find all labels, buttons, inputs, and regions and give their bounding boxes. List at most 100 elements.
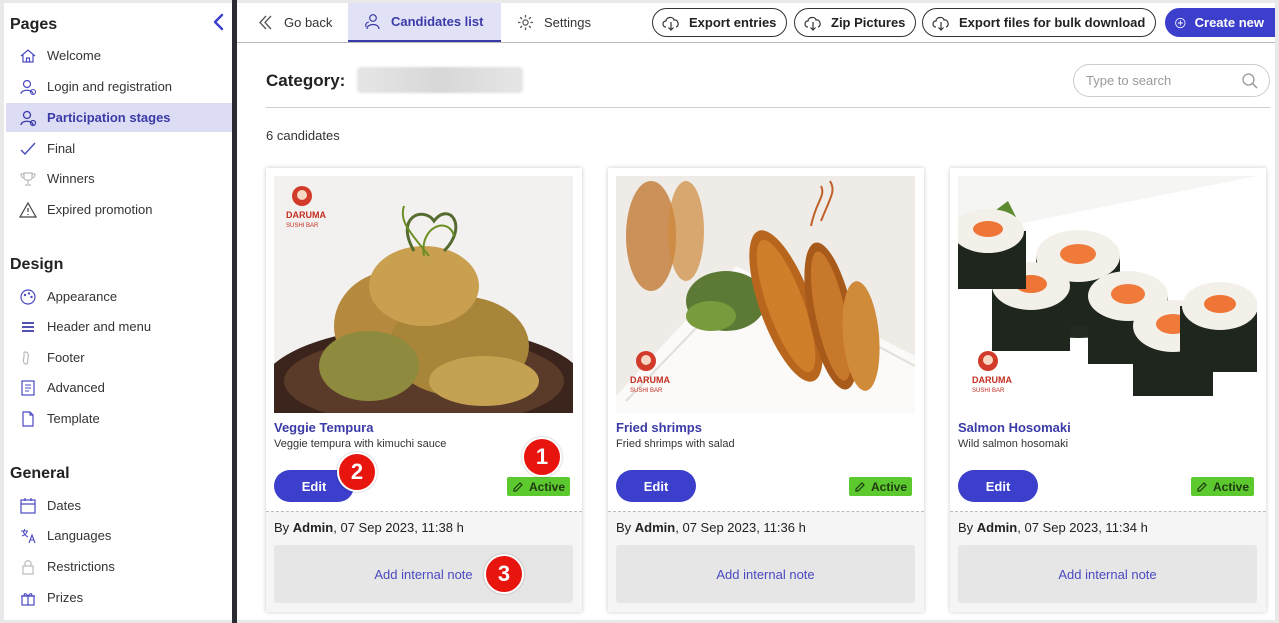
footer-icon [22, 350, 29, 365]
zip-pictures-button[interactable]: Zip Pictures [794, 8, 917, 37]
go-back-label: Go back [284, 15, 333, 30]
sidebar-item-winners[interactable]: Winners [6, 164, 232, 193]
candidate-title[interactable]: Veggie Tempura [274, 420, 373, 435]
sidebar-item-label: Header and menu [47, 319, 152, 334]
category-name-redacted [357, 67, 523, 93]
callout-badge-3: 3 [484, 554, 524, 594]
card-divider [266, 511, 582, 512]
edit-button[interactable]: Edit [958, 470, 1038, 502]
zip-pictures-label: Zip Pictures [831, 15, 906, 30]
daruma-logo-subtext: SUSHI BAR [630, 388, 663, 394]
warning-icon [19, 201, 37, 218]
export-entries-label: Export entries [689, 15, 777, 30]
byline-author: Admin [634, 520, 676, 535]
search-icon[interactable] [1241, 72, 1259, 90]
daruma-logo-subtext: SUSHI BAR [286, 223, 319, 229]
candidate-card: DARUMA SUSHI BAR Fried shrimps Fried shr… [608, 168, 924, 612]
export-bulk-label: Export files for bulk download [959, 15, 1146, 30]
sidebar-item-participation-stages[interactable]: Participation stages [6, 103, 232, 132]
trophy-icon [20, 171, 36, 186]
sidebar-item-label: Appearance [47, 289, 118, 304]
byline-prefix: By [274, 520, 293, 535]
sidebar-item-login-and-registration[interactable]: Login and registration [6, 72, 232, 101]
check-icon [20, 142, 36, 155]
sidebar-item-label: Prizes [47, 590, 84, 605]
byline-prefix: By [958, 520, 977, 535]
candidate-title[interactable]: Salmon Hosomaki [958, 420, 1071, 435]
create-new-button[interactable]: Create new [1165, 8, 1275, 37]
candidate-card: DARUMA SUSHI BAR Veggie Tempura Veggie t… [266, 168, 582, 612]
add-internal-note-button[interactable]: Add internal note [274, 545, 573, 603]
go-back-link[interactable]: Go back [257, 3, 332, 42]
divider [266, 107, 1270, 108]
search-input[interactable] [1086, 73, 1236, 88]
fried-shrimps-photo[interactable]: DARUMA SUSHI BAR [616, 176, 915, 413]
cloud-download-icon [804, 16, 821, 31]
sidebar-item-prizes[interactable]: Prizes [6, 583, 232, 612]
sidebar-item-footer[interactable]: Footer [6, 343, 232, 372]
sidebar-item-welcome[interactable]: Welcome [6, 41, 232, 70]
sidebar-item-expired-promotion[interactable]: Expired promotion [6, 195, 232, 224]
tab-candidates-list[interactable]: Candidates list [348, 3, 501, 42]
status-badge[interactable]: Active [507, 477, 571, 496]
tab-settings[interactable]: Settings [517, 3, 591, 42]
pencil-icon [513, 481, 523, 492]
sidebar-item-dates[interactable]: Dates [6, 491, 232, 520]
search-box[interactable] [1073, 64, 1270, 97]
sidebar-item-label: Footer [47, 350, 85, 365]
status-badge[interactable]: Active [849, 477, 913, 496]
lock-icon [22, 559, 34, 575]
sidebar-item-advanced[interactable]: Advanced [6, 373, 232, 402]
add-internal-note-button[interactable]: Add internal note [958, 545, 1257, 603]
byline-prefix: By [616, 520, 635, 535]
edit-button[interactable]: Edit [616, 470, 696, 502]
sidebar-item-template[interactable]: Template [6, 404, 232, 433]
candidate-byline: By Admin, 07 Sep 2023, 11:34 h [958, 520, 1148, 535]
chevron-left-icon [213, 13, 224, 31]
byline-author: Admin [976, 520, 1018, 535]
sidebar-item-appearance[interactable]: Appearance [6, 282, 232, 311]
status-label: Active [529, 479, 566, 494]
gift-icon [21, 592, 35, 606]
export-bulk-button[interactable]: Export files for bulk download [922, 8, 1157, 37]
sidebar-item-label: Login and registration [47, 79, 173, 94]
sidebar-section-general: General [10, 465, 70, 482]
sidebar: Pages Welcome Login and registration Par… [4, 3, 232, 620]
candidate-title[interactable]: Fried shrimps [616, 420, 702, 435]
status-label: Active [1213, 479, 1250, 494]
menu-icon [22, 321, 34, 332]
byline-date: , 07 Sep 2023, 11:34 h [1017, 520, 1148, 535]
byline-date: , 07 Sep 2023, 11:38 h [333, 520, 464, 535]
sidebar-item-label: Participation stages [47, 110, 171, 125]
sidebar-item-label: Template [47, 411, 100, 426]
sidebar-item-header-and-menu[interactable]: Header and menu [6, 312, 232, 341]
sidebar-section-design: Design [10, 256, 64, 273]
sidebar-item-label: Restrictions [47, 559, 115, 574]
card-divider [950, 511, 1266, 512]
sidebar-section-pages: Pages [10, 16, 58, 33]
sidebar-item-restrictions[interactable]: Restrictions [6, 552, 232, 581]
add-internal-note-button[interactable]: Add internal note [616, 545, 915, 603]
sidebar-item-label: Languages [47, 528, 112, 543]
plus-circle-icon [1175, 17, 1186, 28]
user-gear-icon [20, 110, 37, 126]
export-entries-button[interactable]: Export entries [652, 8, 788, 37]
file-icon [22, 410, 34, 427]
double-chevron-left-icon [259, 15, 272, 30]
candidate-description: Veggie tempura with kimuchi sauce [274, 438, 447, 450]
sidebar-item-label: Winners [47, 171, 95, 186]
byline-date: , 07 Sep 2023, 11:36 h [675, 520, 806, 535]
candidates-count: 6 candidates [266, 128, 340, 143]
advanced-icon [21, 379, 35, 396]
sidebar-item-final[interactable]: Final [6, 134, 232, 163]
daruma-logo-text: DARUMA [630, 375, 670, 385]
card-divider [608, 511, 924, 512]
candidate-byline: By Admin, 07 Sep 2023, 11:36 h [616, 520, 806, 535]
main-content: Category: 6 candidates DARUMA [237, 44, 1275, 620]
salmon-hosomaki-photo[interactable]: DARUMA SUSHI BAR [958, 176, 1257, 413]
collapse-sidebar-button[interactable] [210, 13, 228, 31]
sidebar-item-languages[interactable]: Languages [6, 521, 232, 550]
veggie-tempura-photo[interactable]: DARUMA SUSHI BAR [274, 176, 573, 413]
status-badge[interactable]: Active [1191, 477, 1255, 496]
home-icon [20, 48, 36, 63]
